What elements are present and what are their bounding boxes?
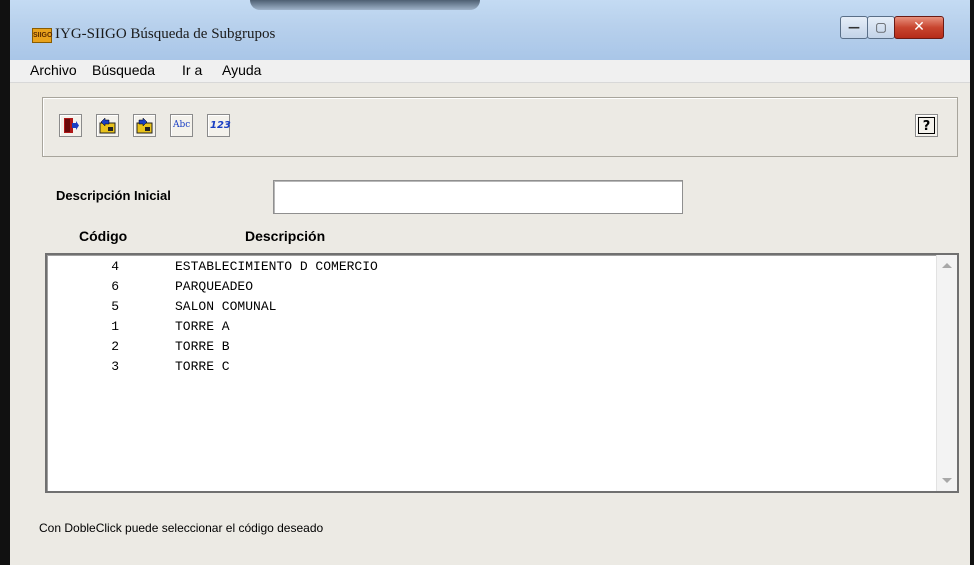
menu-bar: Archivo Búsqueda Ir a Ayuda bbox=[10, 60, 970, 83]
maximize-button[interactable]: ▢ bbox=[867, 16, 895, 39]
app-window: SIIGO IYG-SIIGO Búsqueda de Subgrupos — … bbox=[0, 0, 974, 565]
next-button[interactable] bbox=[133, 114, 156, 137]
exit-button[interactable] bbox=[59, 114, 82, 137]
descripcion-inicial-label: Descripción Inicial bbox=[56, 188, 171, 203]
list-item-description: SALON COMUNAL bbox=[175, 299, 277, 314]
list-item-description: TORRE C bbox=[175, 359, 230, 374]
list-item-code: 4 bbox=[111, 259, 119, 274]
help-button[interactable]: ? bbox=[915, 114, 938, 137]
list-item[interactable]: 2 TORRE B bbox=[47, 339, 935, 359]
menu-archivo[interactable]: Archivo bbox=[30, 62, 77, 78]
list-item-code: 5 bbox=[111, 299, 119, 314]
window-border-right bbox=[970, 0, 974, 565]
subgroups-list[interactable]: 4 ESTABLECIMIENTO D COMERCIO 6 PARQUEADE… bbox=[45, 253, 959, 493]
title-bar[interactable]: SIIGO IYG-SIIGO Búsqueda de Subgrupos — … bbox=[10, 0, 970, 61]
close-button[interactable]: ✕ bbox=[894, 16, 944, 39]
folder-next-icon bbox=[136, 117, 153, 134]
list-item-code: 1 bbox=[111, 319, 119, 334]
minimize-icon: — bbox=[848, 20, 860, 34]
menu-ir-a[interactable]: Ir a bbox=[182, 62, 202, 78]
column-header-descripcion: Descripción bbox=[245, 228, 326, 244]
title-bar-shine bbox=[250, 0, 480, 10]
siigo-app-icon[interactable]: SIIGO bbox=[32, 28, 52, 43]
help-question-icon: ? bbox=[918, 117, 935, 134]
list-item-description: TORRE A bbox=[175, 319, 230, 334]
menu-ayuda[interactable]: Ayuda bbox=[222, 62, 261, 78]
list-item[interactable]: 5 SALON COMUNAL bbox=[47, 299, 935, 319]
list-item[interactable]: 4 ESTABLECIMIENTO D COMERCIO bbox=[47, 259, 935, 279]
window-border-left bbox=[0, 0, 10, 565]
column-header-codigo: Código bbox=[79, 228, 128, 244]
list-item-description: TORRE B bbox=[175, 339, 230, 354]
scroll-down-icon[interactable] bbox=[942, 478, 952, 483]
list-item[interactable]: 6 PARQUEADEO bbox=[47, 279, 935, 299]
folder-previous-icon bbox=[99, 117, 116, 134]
list-item-description: PARQUEADEO bbox=[175, 279, 254, 294]
list-item[interactable]: 3 TORRE C bbox=[47, 359, 935, 379]
list-item-code: 3 bbox=[111, 359, 119, 374]
numeric-search-icon: 123 bbox=[210, 120, 231, 131]
descripcion-inicial-input[interactable] bbox=[273, 180, 683, 214]
scroll-up-icon[interactable] bbox=[942, 263, 952, 268]
previous-button[interactable] bbox=[96, 114, 119, 137]
alphabetic-search-button[interactable]: Abc bbox=[170, 114, 193, 137]
vertical-scrollbar[interactable] bbox=[936, 255, 957, 491]
menu-busqueda[interactable]: Búsqueda bbox=[92, 62, 155, 78]
list-item-code: 2 bbox=[111, 339, 119, 354]
list-item-description: ESTABLECIMIENTO D COMERCIO bbox=[175, 259, 378, 274]
exit-door-icon bbox=[64, 118, 79, 133]
abc-search-icon: Abc bbox=[173, 120, 191, 130]
list-item-code: 6 bbox=[111, 279, 119, 294]
list-item[interactable]: 1 TORRE A bbox=[47, 319, 935, 339]
toolbar: Abc 123 ? bbox=[42, 97, 958, 157]
numeric-search-button[interactable]: 123 bbox=[207, 114, 231, 137]
maximize-icon: ▢ bbox=[875, 20, 887, 34]
window-title: IYG-SIIGO Búsqueda de Subgrupos bbox=[55, 26, 276, 42]
client-area: Abc 123 ? Descripción Inicial Código Des… bbox=[10, 83, 970, 565]
minimize-button[interactable]: — bbox=[840, 16, 868, 39]
status-hint: Con DobleClick puede seleccionar el códi… bbox=[39, 521, 324, 535]
close-icon: ✕ bbox=[913, 19, 925, 35]
